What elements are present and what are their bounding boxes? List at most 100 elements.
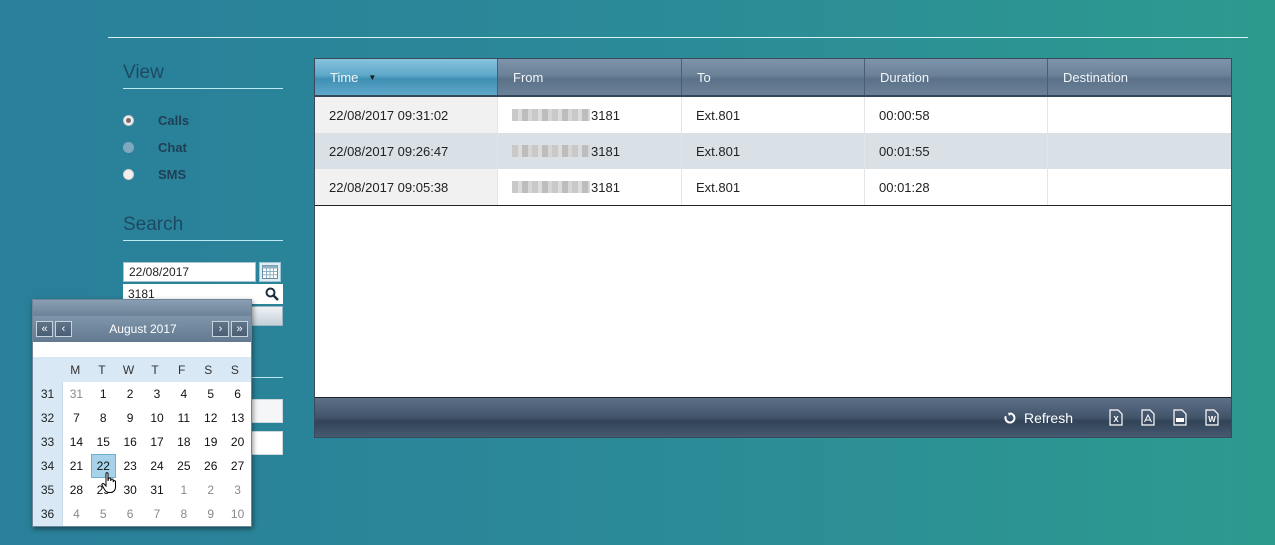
weekday-label: S [204, 362, 213, 377]
export-pdf-icon[interactable] [1141, 409, 1155, 426]
calendar-day[interactable]: 7 [144, 502, 171, 526]
weekday-label: T [151, 362, 159, 377]
prev-year-button[interactable]: « [36, 321, 53, 337]
calendar-day[interactable]: 13 [224, 406, 251, 430]
export-word-icon[interactable]: W [1205, 409, 1219, 426]
cell-from: 3181 [498, 97, 682, 133]
column-header-label: To [697, 69, 711, 85]
calendar-day[interactable]: 31 [63, 382, 90, 406]
calendar-day[interactable]: 25 [170, 454, 197, 478]
radio-label-calls: Calls [158, 112, 190, 128]
export-excel-icon[interactable]: X [1109, 409, 1123, 426]
refresh-button[interactable]: Refresh [1004, 410, 1073, 426]
refresh-label: Refresh [1023, 409, 1073, 426]
calendar-day[interactable]: 4 [170, 382, 197, 406]
from-suffix: 3181 [591, 179, 620, 195]
calendar-day[interactable]: 1 [90, 382, 117, 406]
top-divider [108, 37, 1248, 38]
cell-to: Ext.801 [682, 169, 865, 205]
next-month-button[interactable]: › [212, 321, 229, 337]
calendar-day[interactable]: 9 [197, 502, 224, 526]
calendar-day[interactable]: 28 [63, 478, 90, 502]
calendar-day[interactable]: 3 [224, 478, 251, 502]
redacted-number [512, 181, 590, 193]
calendar-day[interactable]: 10 [144, 406, 171, 430]
view-section-divider [123, 88, 283, 89]
calendar-day[interactable]: 11 [170, 406, 197, 430]
calendar-day[interactable]: 24 [144, 454, 171, 478]
column-header-time[interactable]: Time ▼ [315, 59, 498, 95]
calendar-day[interactable]: 1 [170, 478, 197, 502]
column-header-destination[interactable]: Destination [1048, 59, 1231, 95]
calendar-day[interactable]: 6 [224, 382, 251, 406]
refresh-icon [1004, 412, 1016, 423]
weekday-label: T [98, 362, 106, 377]
calendar-day[interactable]: 20 [224, 430, 251, 454]
calendar-day[interactable]: 18 [170, 430, 197, 454]
calendar-month-label[interactable]: August 2017 [74, 322, 212, 336]
calendar-spacer [33, 342, 251, 357]
table-row[interactable]: 22/08/2017 09:26:47 3181 Ext.801 00:01:5… [315, 133, 1231, 169]
calendar-day[interactable]: 16 [117, 430, 144, 454]
filter-field[interactable] [250, 399, 283, 423]
calendar-day[interactable]: 27 [224, 454, 251, 478]
column-header-to[interactable]: To [682, 59, 865, 95]
table-row[interactable]: 22/08/2017 09:05:38 3181 Ext.801 00:01:2… [315, 169, 1231, 205]
radio-button-checked[interactable] [123, 114, 134, 126]
calendar-day[interactable]: 2 [117, 382, 144, 406]
radio-calls[interactable]: Calls [123, 111, 189, 129]
calendar-button[interactable] [259, 262, 281, 282]
grid-footer: Refresh X W [315, 397, 1231, 437]
calendar-day[interactable]: 5 [90, 502, 117, 526]
cell-to: Ext.801 [682, 97, 865, 133]
calendar-day[interactable]: 8 [170, 502, 197, 526]
cell-destination [1048, 169, 1231, 205]
prev-month-button[interactable]: ‹ [55, 321, 72, 337]
radio-chat: Chat [123, 138, 187, 156]
weekday-label: F [178, 362, 186, 377]
calendar-day[interactable]: 2 [197, 478, 224, 502]
calendar-day[interactable]: 12 [197, 406, 224, 430]
calendar-day[interactable]: 31 [144, 478, 171, 502]
calendar-day[interactable]: 14 [63, 430, 90, 454]
grid-header: Time ▼ From To Duration Destination [315, 59, 1231, 97]
calendar-day[interactable]: 8 [90, 406, 117, 430]
calendar-day[interactable]: 5 [197, 382, 224, 406]
calendar-day[interactable]: 26 [197, 454, 224, 478]
date-input[interactable] [123, 262, 256, 282]
call-log-grid: Time ▼ From To Duration Destination 22/0… [314, 58, 1232, 438]
column-header-from[interactable]: From [498, 59, 682, 95]
calendar-day[interactable]: 6 [117, 502, 144, 526]
week-number-column: 31 32 33 34 35 36 [33, 382, 63, 526]
calendar-day[interactable]: 4 [63, 502, 90, 526]
section-divider [250, 377, 283, 378]
weekday-header: M T W T F S S [33, 357, 251, 382]
calendar-day[interactable]: 21 [63, 454, 90, 478]
week-number: 34 [40, 459, 55, 473]
search-section-title: Search [123, 214, 184, 235]
calendar-day[interactable]: 30 [117, 478, 144, 502]
calendar-day[interactable]: 3 [144, 382, 171, 406]
calendar-day[interactable]: 19 [197, 430, 224, 454]
radio-sms[interactable]: SMS [123, 165, 186, 183]
search-section-divider [123, 240, 283, 241]
table-row[interactable]: 22/08/2017 09:31:02 3181 Ext.801 00:00:5… [315, 97, 1231, 133]
calendar-day[interactable]: 23 [117, 454, 144, 478]
filter-field[interactable] [250, 431, 283, 455]
from-suffix: 3181 [591, 143, 620, 159]
calendar-day[interactable]: 17 [144, 430, 171, 454]
calendar-day[interactable]: 15 [90, 430, 117, 454]
calendar-day-grid: 31 1 2 3 4 5 6 7 8 9 10 11 12 13 14 15 16 17 18 19 20 21 22 23 2… [63, 382, 251, 526]
calendar-day[interactable]: 7 [63, 406, 90, 430]
calendar-day[interactable]: 10 [224, 502, 251, 526]
calendar-icon [262, 265, 278, 279]
column-header-duration[interactable]: Duration [865, 59, 1048, 95]
search-submit-button[interactable] [250, 306, 283, 326]
next-year-button[interactable]: » [231, 321, 248, 337]
export-csv-icon[interactable] [1173, 409, 1187, 426]
search-icon [265, 287, 279, 301]
calendar-day[interactable]: 9 [117, 406, 144, 430]
week-number: 32 [40, 411, 55, 425]
radio-button-unchecked[interactable] [123, 168, 134, 180]
search-button[interactable] [261, 284, 283, 304]
